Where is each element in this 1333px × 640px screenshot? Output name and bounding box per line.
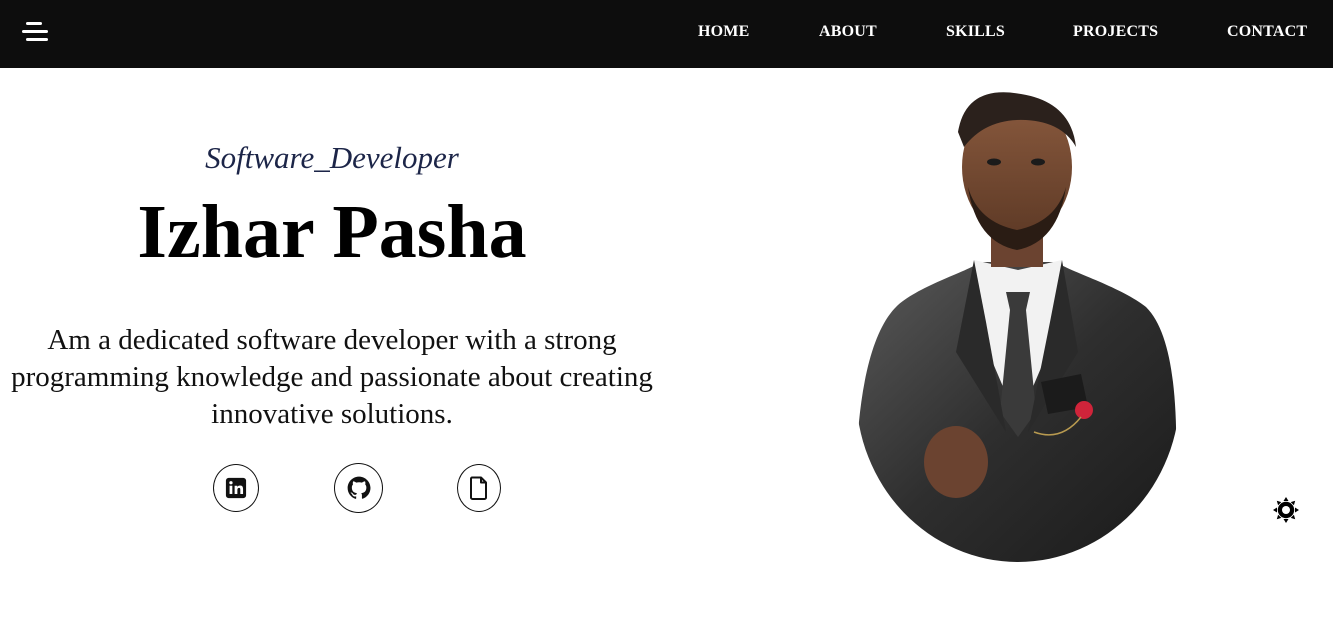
hero-name: Izhar Pasha bbox=[137, 190, 527, 274]
resume-file-icon bbox=[470, 476, 487, 500]
hero-subtitle: Software_Developer bbox=[205, 140, 459, 175]
profile-photo bbox=[856, 92, 1177, 562]
nav-contact-link[interactable]: CONTACT bbox=[1227, 23, 1307, 41]
nav-about-link[interactable]: ABOUT bbox=[819, 23, 877, 41]
linkedin-icon bbox=[225, 477, 247, 499]
nav-skills-link[interactable]: SKILLS bbox=[946, 23, 1005, 41]
sun-icon[interactable] bbox=[1272, 496, 1300, 524]
hero-bio: Am a dedicated software developer with a… bbox=[11, 324, 653, 430]
resume-link[interactable] bbox=[457, 464, 501, 512]
nav-projects-link[interactable]: PROJECTS bbox=[1073, 23, 1158, 41]
github-link[interactable] bbox=[334, 463, 383, 513]
linkedin-link[interactable] bbox=[213, 464, 259, 512]
navbar: HOME ABOUT SKILLS PROJECTS CONTACT bbox=[0, 0, 1333, 68]
nav-home-link[interactable]: HOME bbox=[698, 23, 749, 41]
hero-intro: Software_Developer Izhar Pasha Am a dedi… bbox=[0, 68, 664, 568]
github-icon bbox=[347, 476, 370, 499]
hamburger-menu-icon[interactable] bbox=[20, 18, 54, 48]
